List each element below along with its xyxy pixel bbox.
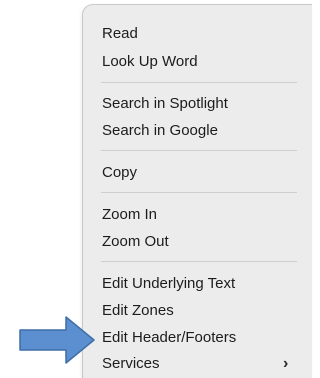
menu-item-copy[interactable]: Copy <box>102 164 137 182</box>
screenshot-stage: Read Look Up Word Search in Spotlight Se… <box>0 0 312 378</box>
menu-item-read[interactable]: Read <box>102 25 138 43</box>
menu-item-look-up-word[interactable]: Look Up Word <box>102 53 198 71</box>
menu-item-edit-header-footers[interactable]: Edit Header/Footers <box>102 329 236 347</box>
menu-separator <box>101 192 297 193</box>
chevron-right-icon: › <box>283 355 289 372</box>
menu-item-edit-zones[interactable]: Edit Zones <box>102 302 174 320</box>
context-menu: Read Look Up Word Search in Spotlight Se… <box>82 4 312 378</box>
menu-separator <box>101 82 297 83</box>
menu-item-search-in-google[interactable]: Search in Google <box>102 122 218 140</box>
arrow-right-icon <box>19 316 95 364</box>
menu-item-edit-underlying-text[interactable]: Edit Underlying Text <box>102 275 235 293</box>
menu-item-zoom-in[interactable]: Zoom In <box>102 206 157 224</box>
menu-separator <box>101 261 297 262</box>
menu-separator <box>101 150 297 151</box>
menu-item-search-in-spotlight[interactable]: Search in Spotlight <box>102 95 228 113</box>
menu-item-services[interactable]: Services <box>102 355 160 373</box>
menu-item-zoom-out[interactable]: Zoom Out <box>102 233 169 251</box>
